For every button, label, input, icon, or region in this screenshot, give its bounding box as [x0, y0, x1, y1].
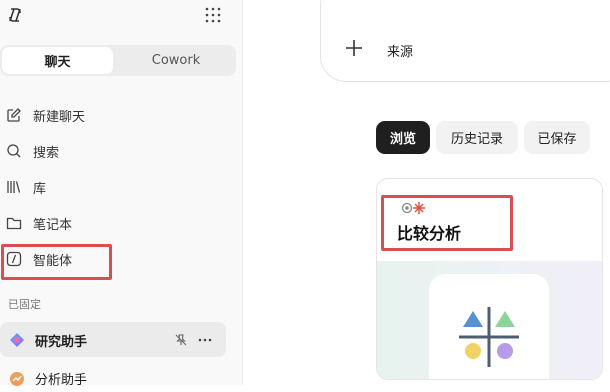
compare-analysis-icon: [459, 307, 519, 367]
agent-card-icon-tile: [429, 274, 549, 379]
nav-label: 新建聊天: [33, 109, 86, 125]
research-agent-icon: [10, 333, 24, 347]
tab-saved[interactable]: 已保存: [524, 121, 590, 154]
pinned-label: 研究助手: [35, 335, 88, 350]
nav-label: 搜索: [33, 145, 60, 161]
agent-card-preview: [377, 261, 602, 379]
pinned-label: 分析助手: [35, 373, 88, 388]
mode-switch: 聊天 Cowork: [0, 45, 236, 76]
nav-label: 笔记本: [33, 217, 73, 233]
analyst-agent-icon: [10, 372, 24, 386]
pinned-item-analyst[interactable]: 分析助手: [0, 364, 226, 392]
nav-search[interactable]: 搜索: [0, 137, 230, 165]
more-icon[interactable]: [198, 338, 212, 342]
nav-agents[interactable]: 智能体: [0, 245, 230, 273]
nav-label: 智能体: [33, 253, 73, 269]
sparkle-badge-icon: [401, 202, 425, 214]
folder-icon: [6, 217, 22, 230]
agent-card-title: 比较分析: [397, 224, 462, 243]
unpin-icon[interactable]: [174, 333, 188, 347]
pinned-item-research[interactable]: 研究助手: [0, 322, 226, 357]
tab-browse[interactable]: 浏览: [376, 121, 430, 154]
search-icon: [7, 144, 21, 158]
tab-history[interactable]: 历史记录: [436, 121, 518, 154]
pinned-section-label: 已固定: [8, 298, 41, 311]
tab-chat[interactable]: 聊天: [2, 47, 113, 74]
grid-dots-icon[interactable]: [205, 7, 221, 23]
nav-label: 库: [33, 181, 47, 197]
agent-icon: [6, 251, 22, 267]
tab-cowork[interactable]: Cowork: [118, 47, 234, 74]
sidebar: 聊天 Cowork 新建聊天 搜索 库 笔记本 智能体 已固定 研究助手 分析助…: [0, 0, 243, 388]
plus-icon[interactable]: [345, 39, 363, 57]
copilot-logo-icon[interactable]: [6, 6, 24, 24]
nav-library[interactable]: 库: [0, 173, 230, 201]
main-content: 来源 浏览 历史记录 已保存 比较分析: [243, 0, 610, 385]
source-button[interactable]: 来源: [387, 41, 413, 60]
agent-card-compare[interactable]: 比较分析: [376, 178, 603, 380]
nav-new-chat[interactable]: 新建聊天: [0, 101, 230, 129]
nav-notebook[interactable]: 笔记本: [0, 209, 230, 237]
composer[interactable]: 来源: [320, 0, 610, 82]
library-icon: [7, 181, 21, 193]
new-chat-icon: [7, 108, 21, 122]
